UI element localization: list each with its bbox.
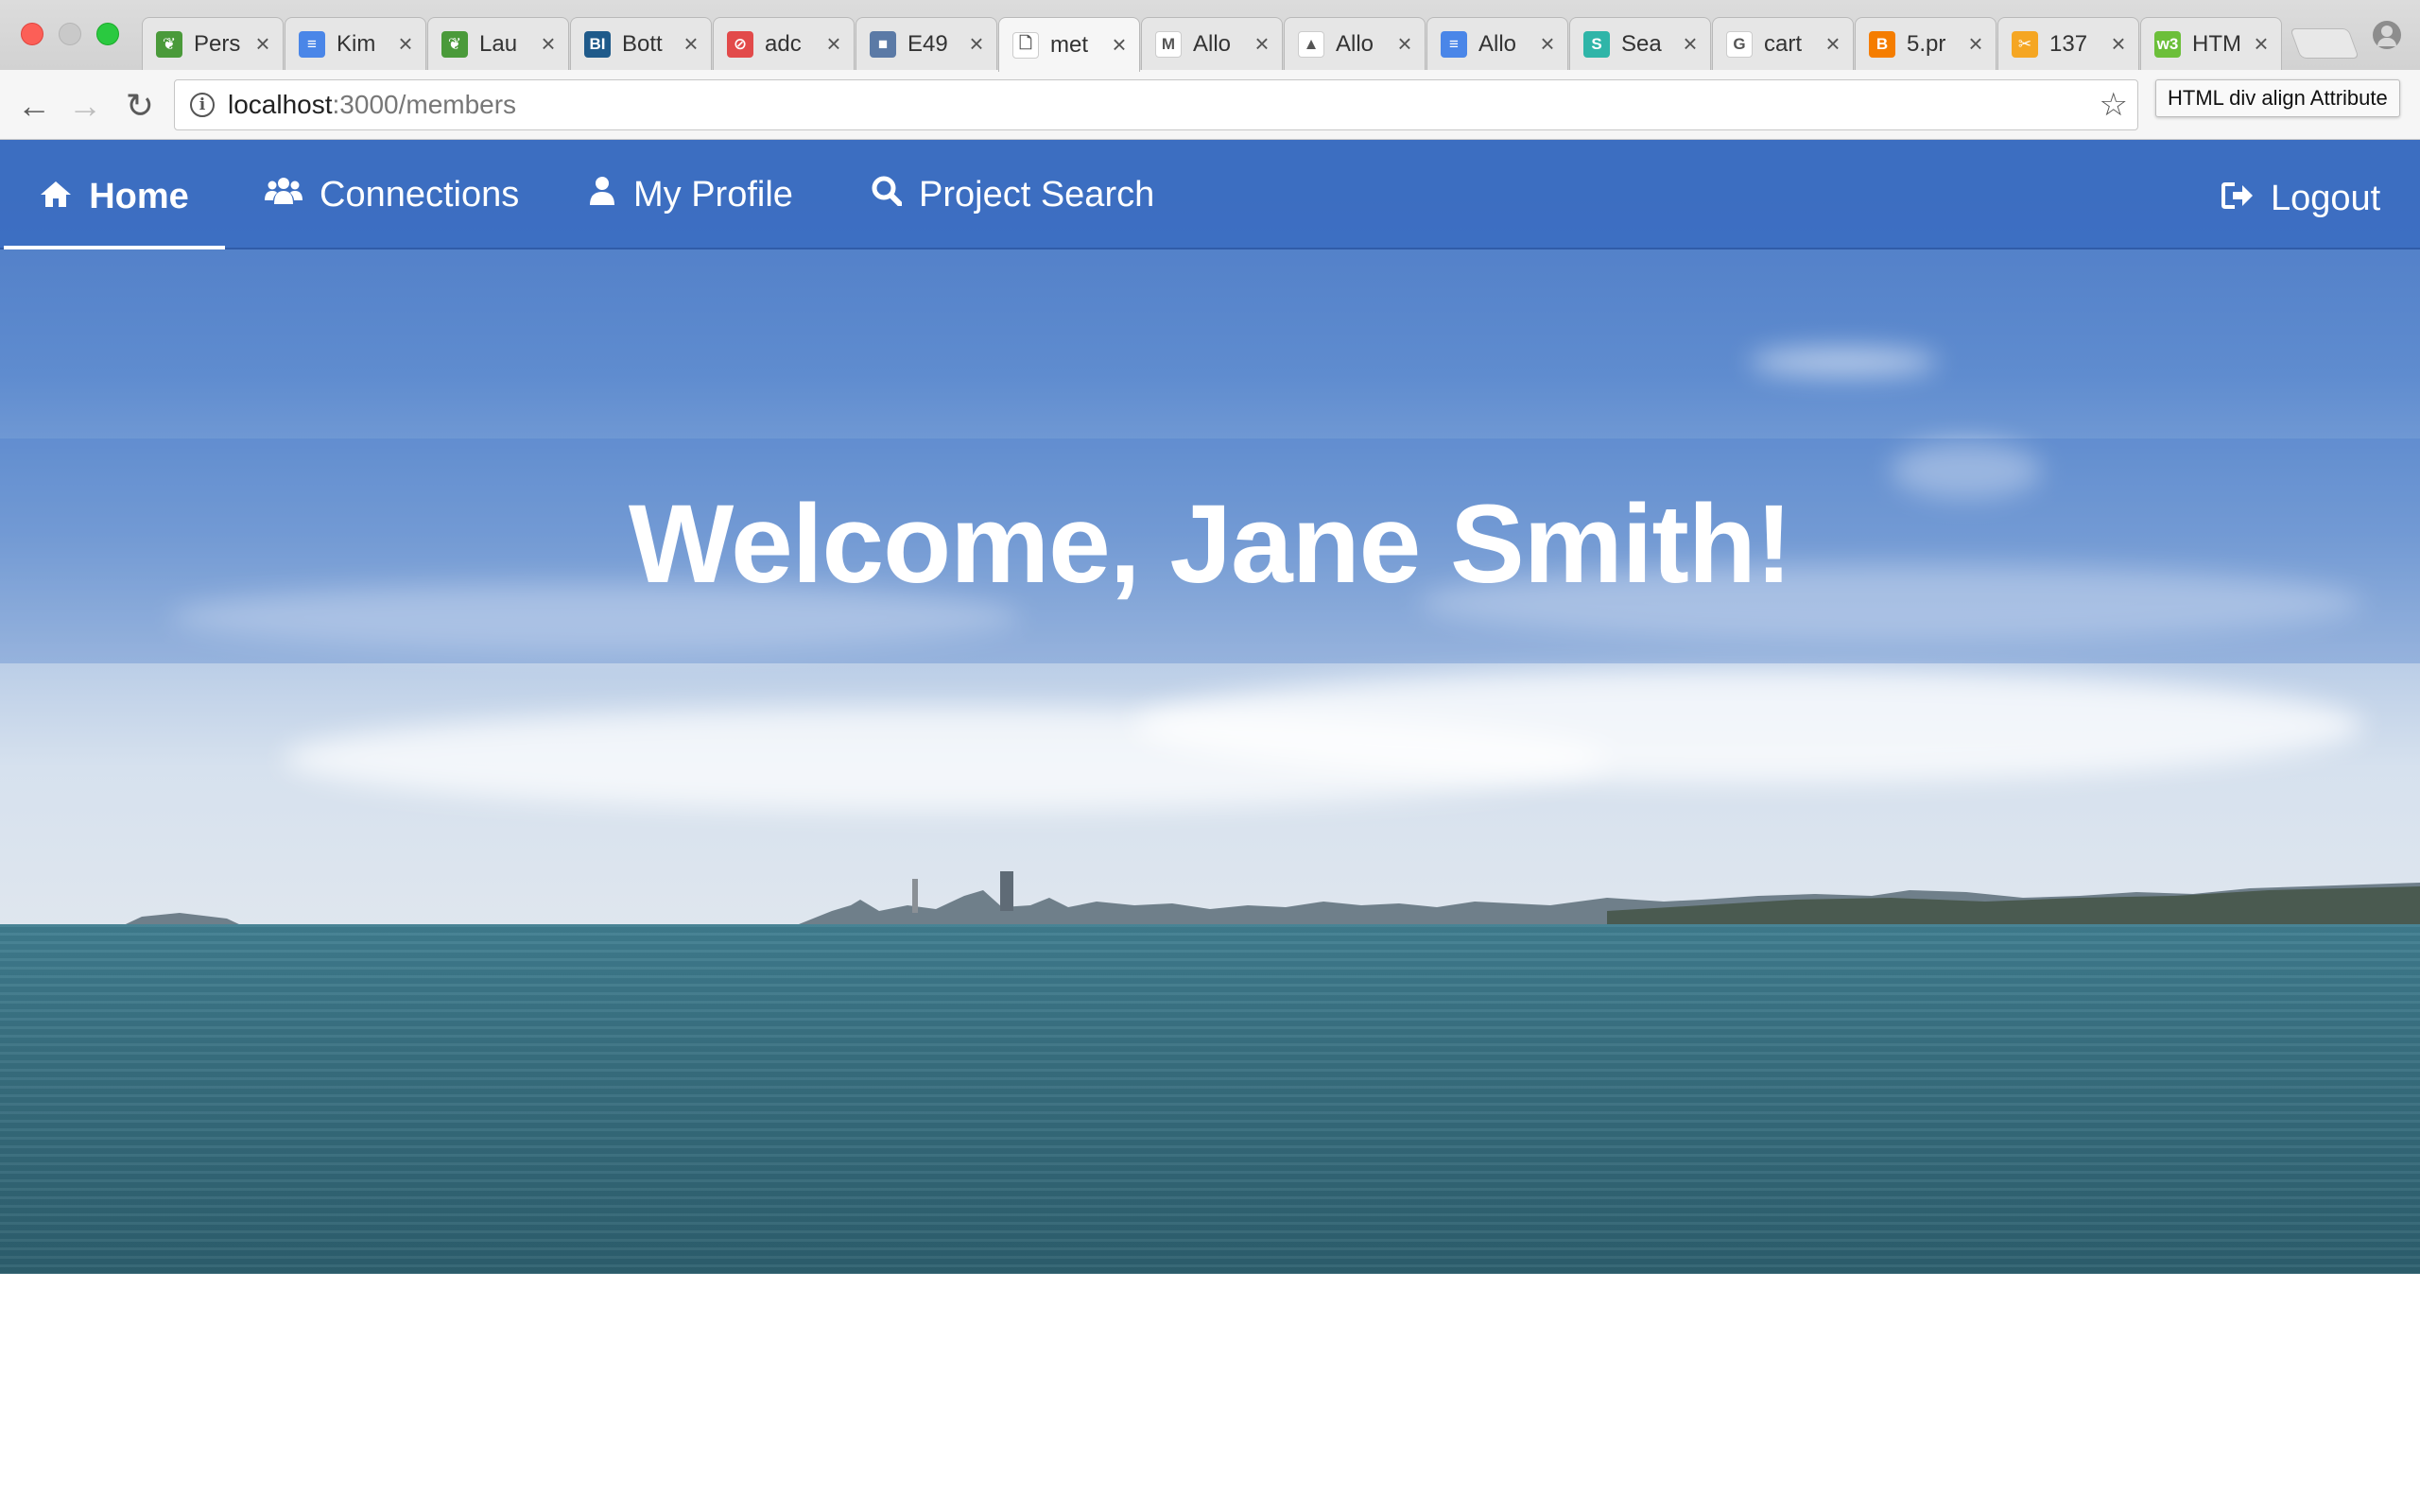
reload-icon[interactable]: ↻ (121, 87, 159, 125)
page-icon: 🗋 (1012, 31, 1039, 59)
tab-close-icon[interactable]: × (1680, 29, 1701, 59)
tab-title: cart (1764, 30, 1803, 57)
tab-title: HTM (2192, 30, 2241, 57)
browser-tab[interactable]: M Allo × (1141, 17, 1283, 70)
bookmark-star-icon[interactable]: ☆ (2100, 86, 2128, 124)
browser-tab[interactable]: ⊘ adc × (713, 17, 855, 70)
back-arrow-icon[interactable]: ← (15, 87, 53, 125)
profile-icon[interactable] (2373, 21, 2401, 49)
browser-tab[interactable]: ❦ Pers × (142, 17, 284, 70)
tab-title: 137 (2049, 30, 2088, 57)
tab-close-icon[interactable]: × (1109, 30, 1130, 60)
tab-tooltip: HTML div align Attribute (2155, 79, 2400, 117)
w3-icon: w3 (2154, 30, 2181, 58)
browser-tab[interactable]: ■ E49 × (856, 17, 997, 70)
nav-home-label: Home (89, 176, 189, 216)
home-icon (40, 177, 72, 217)
user-icon (588, 175, 616, 215)
browser-tab[interactable]: BI Bott × (570, 17, 712, 70)
browser-tab[interactable]: ▲ Allo × (1284, 17, 1426, 70)
tab-close-icon[interactable]: × (2108, 29, 2129, 59)
browser-tab[interactable]: 🗋 met × (998, 17, 1140, 72)
tab-title: Sea (1621, 30, 1662, 57)
tab-title: adc (765, 30, 802, 57)
tab-title: Allo (1193, 30, 1232, 57)
site-navbar: Home Connections My Profile Project Sear… (0, 140, 2420, 249)
address-bar[interactable]: i localhost :3000/members ☆ (174, 79, 2138, 130)
welcome-heading: Welcome, Jane Smith! (628, 482, 1792, 607)
tab-title: 5.pr (1907, 30, 1946, 57)
nav-connections-label: Connections (320, 174, 520, 215)
leaf-icon: ❦ (441, 30, 468, 58)
browser-tab[interactable]: S Sea × (1569, 17, 1711, 70)
forward-arrow-icon[interactable]: → (66, 87, 104, 125)
tab-close-icon[interactable]: × (538, 29, 559, 59)
browser-tab[interactable]: B 5.pr × (1855, 17, 1996, 70)
browser-toolbar: ← → ↻ i localhost :3000/members ☆ (0, 70, 2420, 140)
browser-tab[interactable]: ❦ Lau × (427, 17, 569, 70)
new-tab-button[interactable] (2290, 28, 2360, 59)
hero-background: Home Connections My Profile Project Sear… (0, 140, 2420, 1274)
close-window-button[interactable] (21, 23, 43, 45)
tab-title: Allo (1336, 30, 1374, 57)
tab-close-icon[interactable]: × (1252, 29, 1272, 59)
google-docs-icon: ≡ (299, 30, 325, 58)
google-icon: G (1726, 30, 1753, 58)
bi-icon: BI (584, 30, 611, 58)
nav-project-search-label: Project Search (919, 174, 1155, 215)
browser-tabstrip: ❦ Pers × ≡ Kim × ❦ Lau × BI Bott × ⊘ adc × ■ E49 × 🗋 met × M A… (0, 0, 2420, 72)
blogger-icon: B (1869, 30, 1895, 58)
browser-tab[interactable]: ≡ Kim × (285, 17, 426, 70)
tab-close-icon[interactable]: × (966, 29, 987, 59)
browser-tab[interactable]: ✂ 137 × (1997, 17, 2139, 70)
google-drive-icon: ▲ (1298, 30, 1324, 58)
browser-tab[interactable]: ≡ Allo × (1426, 17, 1568, 70)
users-icon (265, 175, 302, 215)
sign-out-icon (2221, 179, 2254, 219)
nav-home-link[interactable]: Home (4, 140, 225, 249)
tab-title: Bott (622, 30, 663, 57)
page-content: Home Connections My Profile Project Sear… (0, 140, 2420, 1512)
tab-close-icon[interactable]: × (395, 29, 416, 59)
gmail-icon: M (1155, 30, 1182, 58)
s-app-icon: S (1583, 30, 1610, 58)
nav-connections-link[interactable]: Connections (265, 140, 519, 249)
leaf-icon: ❦ (156, 30, 182, 58)
url-host: localhost (228, 90, 333, 119)
nav-project-search-link[interactable]: Project Search (872, 140, 1154, 249)
tab-close-icon[interactable]: × (1394, 29, 1415, 59)
nav-my-profile-link[interactable]: My Profile (588, 140, 793, 249)
search-icon (872, 175, 903, 215)
url-path: :3000/members (332, 90, 517, 119)
nav-my-profile-label: My Profile (633, 174, 793, 215)
tab-title: Lau (479, 30, 518, 57)
no-entry-icon: ⊘ (727, 30, 753, 58)
info-icon[interactable]: i (190, 93, 215, 117)
welcome-banner: Welcome, Jane Smith! (0, 438, 2420, 663)
tab-title: Allo (1478, 30, 1517, 57)
tab-title: Kim (337, 30, 376, 57)
tab-close-icon[interactable]: × (2251, 29, 2272, 59)
tab-close-icon[interactable]: × (823, 29, 844, 59)
browser-tab[interactable]: w3 HTM × (2140, 17, 2282, 70)
browser-tab[interactable]: Gcart × (1712, 17, 1854, 70)
tab-close-icon[interactable]: × (1823, 29, 1843, 59)
tab-close-icon[interactable]: × (1965, 29, 1986, 59)
nav-logout-link[interactable]: Logout (2221, 140, 2380, 249)
maximize-window-button[interactable] (96, 23, 119, 45)
tab-title: met (1050, 31, 1089, 58)
tab-title: Pers (194, 30, 241, 57)
tab-close-icon[interactable]: × (681, 29, 701, 59)
square-app-icon: ■ (870, 30, 896, 58)
tab-close-icon[interactable]: × (252, 29, 273, 59)
tab-title: E49 (908, 30, 948, 57)
scissors-icon: ✂ (2012, 30, 2038, 58)
minimize-window-button[interactable] (59, 23, 81, 45)
nav-logout-label: Logout (2271, 178, 2381, 218)
google-docs-icon: ≡ (1441, 30, 1467, 58)
tab-close-icon[interactable]: × (1537, 29, 1558, 59)
